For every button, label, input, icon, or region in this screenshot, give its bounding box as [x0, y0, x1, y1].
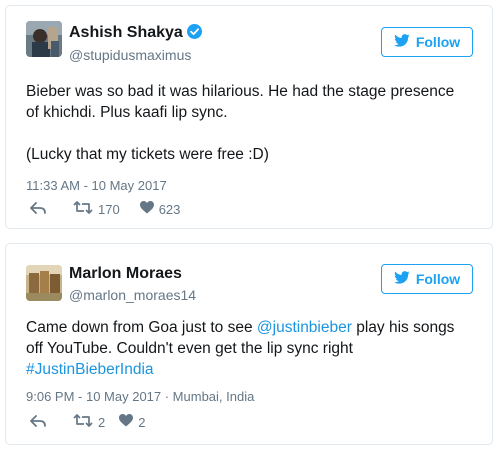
display-name[interactable]: Ashish Shakya — [69, 24, 202, 44]
reply-icon — [30, 414, 46, 430]
like-button[interactable]: 2 — [119, 414, 145, 430]
retweet-icon — [73, 414, 93, 430]
follow-button[interactable]: Follow — [381, 27, 473, 57]
reply-button[interactable] — [30, 201, 46, 217]
verified-badge-icon — [186, 24, 202, 44]
tweet-text-line: Came down from Goa just to see @justinbi… — [26, 317, 478, 338]
tweet-actions: 170 623 — [30, 201, 180, 217]
tweet-timestamp[interactable]: 11:33 AM - 10 May 2017 — [26, 178, 167, 193]
heart-icon — [119, 414, 134, 430]
like-count: 2 — [138, 414, 146, 430]
tweet-card: Ashish Shakya @stupidusmaximus Follow Bi… — [5, 5, 493, 229]
tweet-text-line: of khichdi. Plus kaafi lip sync. — [26, 104, 228, 121]
tweet-text: Bieber was so bad it was hilarious. He h… — [26, 81, 478, 165]
twitter-bird-icon — [394, 271, 410, 287]
tweet-text-line: Bieber was so bad it was hilarious. He h… — [26, 83, 455, 100]
reply-button[interactable] — [30, 414, 46, 430]
user-handle[interactable]: @stupidusmaximus — [69, 47, 191, 63]
tweet-text-segment: Came down from Goa just to see — [26, 319, 257, 336]
tweet-text: Came down from Goa just to see @justinbi… — [26, 317, 478, 380]
tweet-card: Marlon Moraes @marlon_moraes14 Follow Ca… — [5, 243, 493, 445]
tweet-timestamp[interactable]: 9:06 PM - 10 May 2017 · Mumbai, India — [26, 389, 254, 404]
display-name[interactable]: Marlon Moraes — [69, 265, 182, 283]
retweet-button[interactable]: 170 — [73, 201, 120, 217]
follow-button-label: Follow — [415, 271, 461, 287]
tweet-text-line: #JustinBieberIndia — [26, 359, 478, 380]
avatar[interactable] — [26, 21, 62, 57]
user-handle[interactable]: @marlon_moraes14 — [69, 287, 196, 303]
heart-icon — [139, 201, 154, 217]
tweet-text-line — [26, 123, 478, 144]
retweet-button[interactable]: 2 — [73, 414, 105, 430]
tweet-text-line: (Lucky that my tickets were free :D) — [26, 146, 269, 163]
tweet-text-line: off YouTube. Couldn't even get the lip s… — [26, 340, 353, 357]
twitter-bird-icon — [394, 34, 410, 50]
tweet-text-segment: play his songs — [351, 319, 455, 336]
avatar[interactable] — [26, 265, 62, 301]
mention-link[interactable]: @justinbieber — [257, 319, 352, 336]
follow-button-label: Follow — [415, 34, 461, 50]
retweet-icon — [73, 201, 93, 217]
follow-button[interactable]: Follow — [381, 264, 473, 294]
retweet-count: 2 — [98, 414, 106, 430]
tweet-actions: 2 2 — [30, 414, 145, 430]
reply-icon — [30, 201, 46, 217]
retweet-count: 170 — [98, 201, 120, 217]
hashtag-link[interactable]: #JustinBieberIndia — [26, 361, 154, 378]
display-name-text[interactable]: Ashish Shakya — [69, 24, 183, 41]
like-button[interactable]: 623 — [139, 201, 181, 217]
like-count: 623 — [158, 201, 181, 217]
